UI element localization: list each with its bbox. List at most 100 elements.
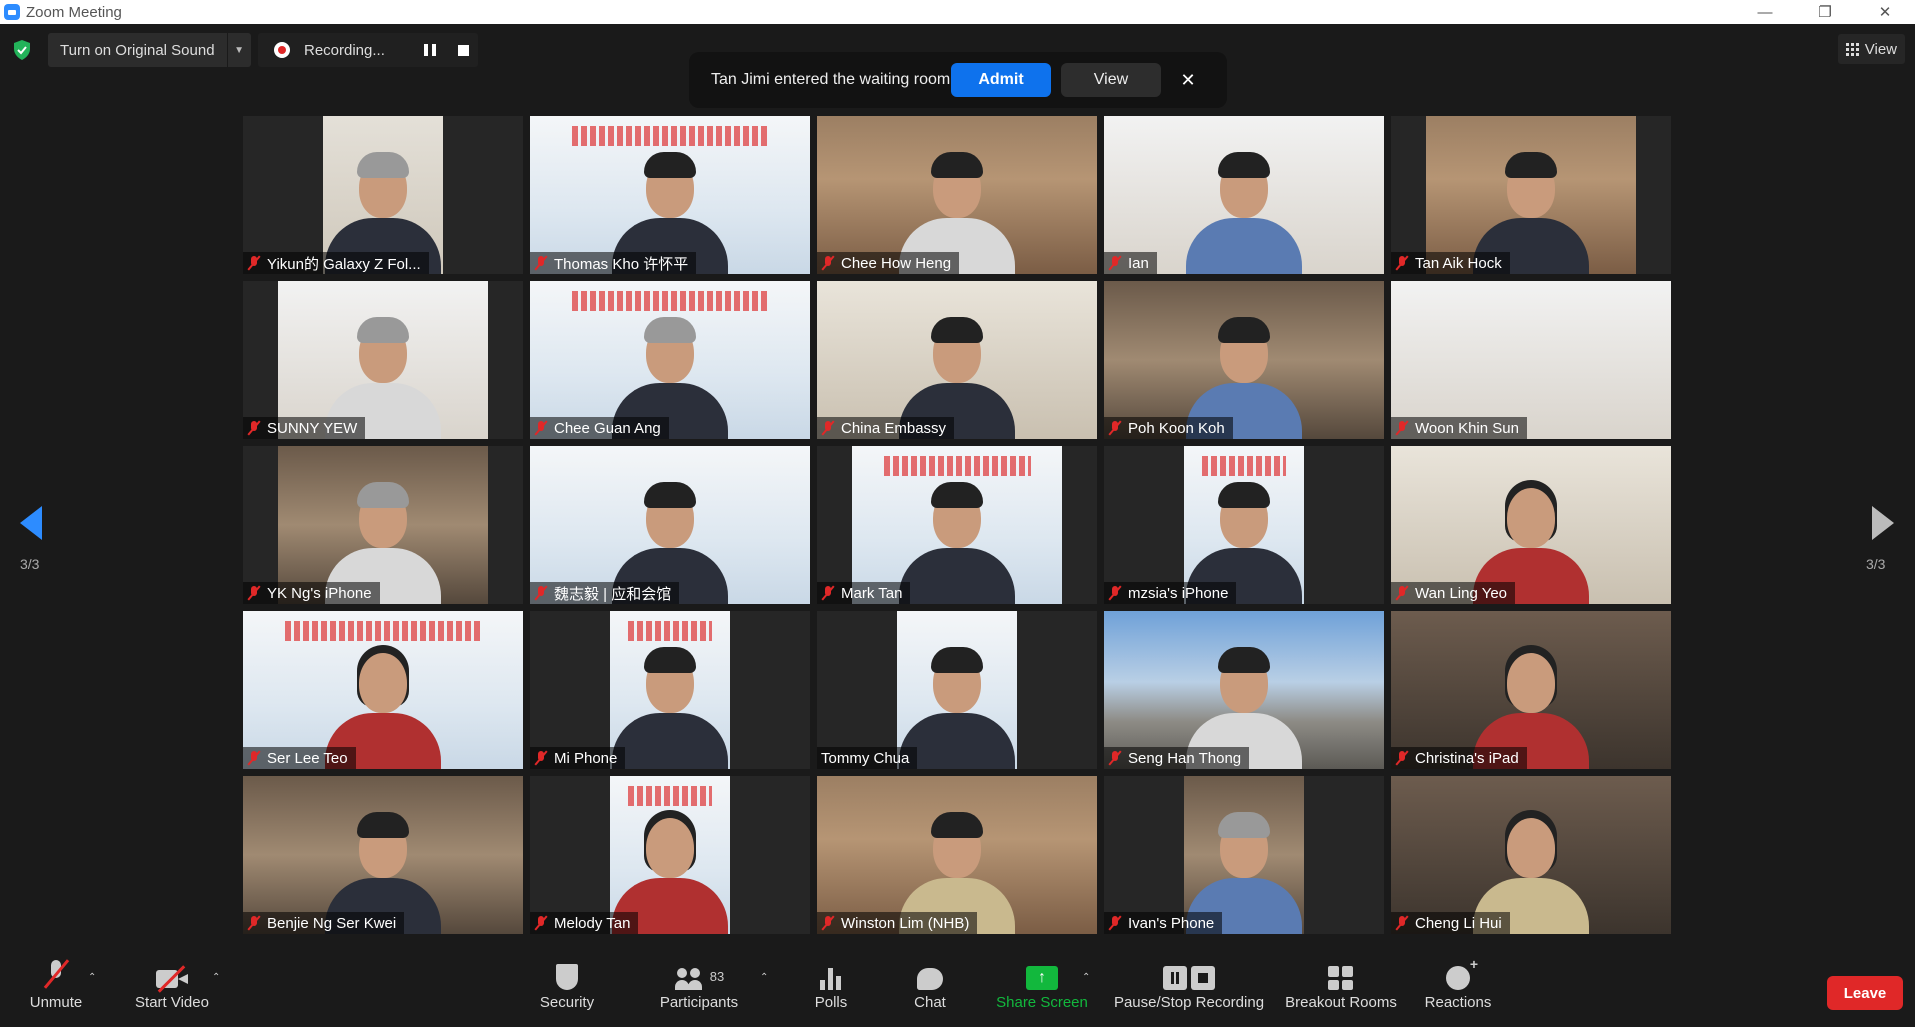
- next-page-icon[interactable]: [1872, 506, 1894, 540]
- next-page-control[interactable]: 3/3: [1866, 506, 1896, 572]
- meeting-controls-toolbar: Unmute ⌃ Start Video ⌃ Security 83 Parti…: [0, 952, 1915, 1027]
- share-screen-icon: ↑: [1026, 966, 1058, 990]
- participant-tile[interactable]: Ser Lee Teo: [243, 611, 523, 769]
- security-label: Security: [539, 994, 595, 1011]
- video-feed: [1104, 281, 1384, 439]
- video-feed: [817, 776, 1097, 934]
- polls-button[interactable]: Polls: [806, 952, 856, 1027]
- event-banner-graphic: [572, 126, 768, 146]
- participant-tile[interactable]: Ian: [1104, 116, 1384, 274]
- participant-tile[interactable]: SUNNY YEW: [243, 281, 523, 439]
- video-feed: [1391, 776, 1671, 934]
- participant-tile[interactable]: Benjie Ng Ser Kwei: [243, 776, 523, 934]
- audio-options-caret[interactable]: ⌃: [88, 972, 100, 984]
- original-sound-button[interactable]: Turn on Original Sound: [48, 42, 227, 59]
- start-video-button[interactable]: Start Video: [130, 952, 214, 1027]
- view-layout-button[interactable]: View: [1837, 34, 1905, 64]
- participant-name: Poh Koon Koh: [1128, 419, 1225, 437]
- video-feed: [1391, 611, 1671, 769]
- participants-button[interactable]: 83 Participants: [652, 952, 746, 1027]
- pause-stop-recording-button[interactable]: Pause/Stop Recording: [1112, 952, 1266, 1027]
- muted-mic-icon: [1395, 750, 1409, 766]
- participant-tile[interactable]: Tan Aik Hock: [1391, 116, 1671, 274]
- muted-mic-icon: [1108, 915, 1122, 931]
- participant-tile[interactable]: Ivan's Phone: [1104, 776, 1384, 934]
- participant-tile[interactable]: Chee Guan Ang: [530, 281, 810, 439]
- participant-tile[interactable]: Melody Tan: [530, 776, 810, 934]
- participant-tile[interactable]: China Embassy: [817, 281, 1097, 439]
- breakout-rooms-button[interactable]: Breakout Rooms: [1284, 952, 1398, 1027]
- participant-name: Ian: [1128, 254, 1149, 272]
- participant-tile[interactable]: mzsia's iPhone: [1104, 446, 1384, 604]
- participant-tile[interactable]: Cheng Li Hui: [1391, 776, 1671, 934]
- participants-options-caret[interactable]: ⌃: [760, 972, 772, 984]
- participant-tile[interactable]: Mi Phone: [530, 611, 810, 769]
- close-notification-icon[interactable]: ✕: [1173, 65, 1203, 95]
- participant-name-tag: Chee How Heng: [817, 252, 960, 274]
- video-feed: [1426, 116, 1636, 274]
- stop-recording-icon[interactable]: [458, 44, 469, 56]
- close-window-button[interactable]: ✕: [1855, 0, 1915, 24]
- participant-tile[interactable]: Tommy Chua: [817, 611, 1097, 769]
- participant-tile[interactable]: Mark Tan: [817, 446, 1097, 604]
- original-sound-control: Turn on Original Sound ▼: [48, 33, 251, 67]
- participant-tile[interactable]: Thomas Kho 许怀平: [530, 116, 810, 274]
- previous-page-icon[interactable]: [20, 506, 42, 540]
- participant-name: Ivan's Phone: [1128, 914, 1215, 932]
- participant-tile[interactable]: 魏志毅 | 应和会馆: [530, 446, 810, 604]
- participant-name: Woon Khin Sun: [1415, 419, 1519, 437]
- leave-meeting-button[interactable]: Leave: [1827, 976, 1903, 1010]
- muted-mic-icon: [247, 255, 261, 271]
- video-feed: [323, 116, 443, 274]
- video-options-caret[interactable]: ⌃: [212, 972, 224, 984]
- participant-tile[interactable]: Chee How Heng: [817, 116, 1097, 274]
- view-layout-label: View: [1864, 40, 1897, 58]
- video-feed: [1184, 776, 1304, 934]
- encryption-shield-icon[interactable]: [12, 39, 32, 61]
- participant-tile[interactable]: Wan Ling Yeo: [1391, 446, 1671, 604]
- participant-tile[interactable]: Yikun的 Galaxy Z Fol...: [243, 116, 523, 274]
- pause-recording-icon[interactable]: [424, 44, 436, 56]
- video-feed: [817, 281, 1097, 439]
- video-feed: [610, 776, 730, 934]
- participant-tile[interactable]: Poh Koon Koh: [1104, 281, 1384, 439]
- unmute-button[interactable]: Unmute: [20, 952, 92, 1027]
- participant-tile[interactable]: Woon Khin Sun: [1391, 281, 1671, 439]
- reactions-button[interactable]: Reactions: [1422, 952, 1494, 1027]
- muted-mic-icon: [821, 255, 835, 271]
- participant-tile[interactable]: YK Ng's iPhone: [243, 446, 523, 604]
- share-options-caret[interactable]: ⌃: [1082, 972, 1094, 984]
- video-feed: [243, 776, 523, 934]
- muted-mic-icon: [1108, 585, 1122, 601]
- participant-name-tag: Woon Khin Sun: [1391, 417, 1527, 439]
- muted-mic-icon: [47, 960, 65, 990]
- view-waiting-room-button[interactable]: View: [1061, 63, 1161, 97]
- polls-label: Polls: [814, 994, 848, 1011]
- participants-icon: [674, 968, 704, 990]
- participant-name: Cheng Li Hui: [1415, 914, 1502, 932]
- window-title: Zoom Meeting: [26, 3, 122, 21]
- participant-tile[interactable]: Seng Han Thong: [1104, 611, 1384, 769]
- participant-name-tag: SUNNY YEW: [243, 417, 366, 439]
- participant-name-tag: Wan Ling Yeo: [1391, 582, 1516, 604]
- muted-mic-icon: [247, 750, 261, 766]
- share-screen-button[interactable]: ↑ Share Screen: [994, 952, 1090, 1027]
- participant-name: Winston Lim (NHB): [841, 914, 970, 932]
- zoom-app-icon: [4, 4, 20, 20]
- chat-button[interactable]: Chat: [906, 952, 954, 1027]
- muted-mic-icon: [534, 585, 548, 601]
- participant-name: Mark Tan: [841, 584, 903, 602]
- page-indicator-right: 3/3: [1866, 556, 1886, 572]
- participant-tile[interactable]: Christina's iPad: [1391, 611, 1671, 769]
- start-video-label: Start Video: [135, 994, 209, 1011]
- participant-name-tag: Christina's iPad: [1391, 747, 1527, 769]
- restore-button[interactable]: ❐: [1795, 0, 1855, 24]
- previous-page-control[interactable]: 3/3: [20, 506, 50, 572]
- admit-button[interactable]: Admit: [951, 63, 1051, 97]
- original-sound-dropdown[interactable]: ▼: [226, 33, 251, 67]
- minimize-button[interactable]: —: [1735, 0, 1795, 24]
- security-button[interactable]: Security: [532, 952, 602, 1027]
- participant-tile[interactable]: Winston Lim (NHB): [817, 776, 1097, 934]
- muted-mic-icon: [247, 585, 261, 601]
- participant-count: 83: [709, 969, 725, 984]
